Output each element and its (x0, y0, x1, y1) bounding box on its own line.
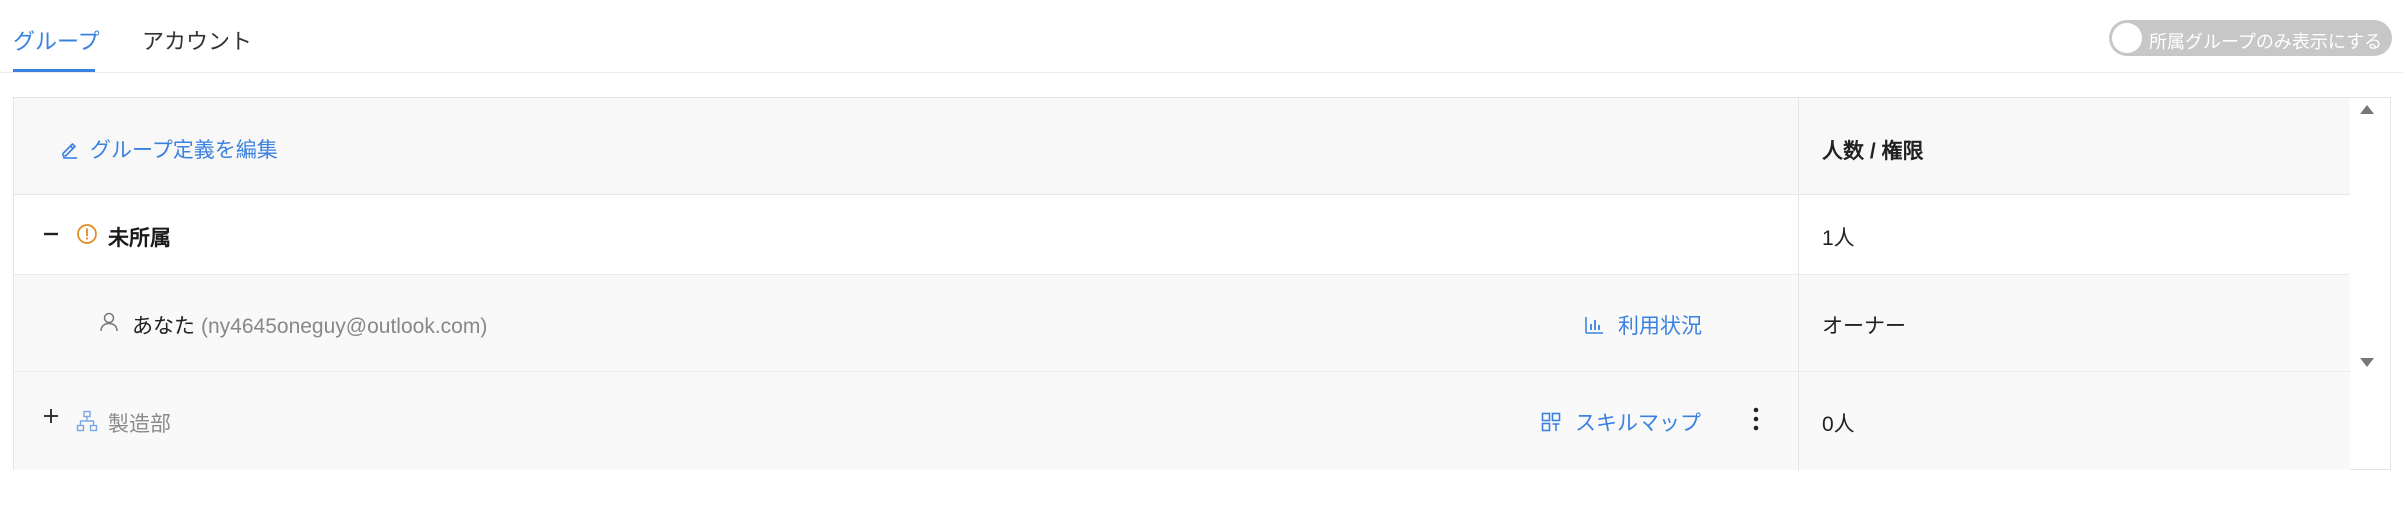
grid-icon (1541, 412, 1561, 432)
edit-group-definition-label: グループ定義を編集 (90, 139, 278, 162)
user-icon (100, 312, 118, 332)
show-own-groups-toggle[interactable]: 所属グループのみ表示にする (2109, 20, 2392, 56)
table-row-manufacturing: 製造部 スキルマップ 0人 (14, 372, 2350, 470)
org-chart-icon (76, 410, 98, 432)
group-table: グループ定義を編集 人数 / 権限 未所属 1人 あなた (ny4645onegu… (13, 97, 2391, 471)
scroll-down-icon[interactable] (2358, 356, 2376, 370)
pencil-icon (62, 143, 77, 159)
bar-chart-icon (1585, 317, 1603, 334)
scroll-up-icon[interactable] (2358, 102, 2376, 116)
warning-circle-icon (77, 224, 97, 244)
user-display-name: あなた (132, 315, 195, 338)
user-email: (ny4645oneguy@outlook.com) (201, 315, 488, 338)
column-divider (1798, 98, 1799, 471)
collapse-icon[interactable] (40, 223, 62, 245)
skill-map-label: スキルマップ (1575, 412, 1701, 435)
skill-map-button[interactable]: スキルマップ (1541, 407, 1701, 437)
active-tab-indicator (13, 69, 95, 72)
member-count-manufacturing: 0人 (1822, 413, 1855, 436)
table-row-unassigned: 未所属 1人 (14, 195, 2350, 275)
user-name: あなた (ny4645oneguy@outlook.com) (132, 310, 487, 340)
tab-account[interactable]: アカウント (142, 24, 252, 56)
members-permissions-header: 人数 / 権限 (1822, 140, 1924, 163)
group-name-manufacturing: 製造部 (108, 413, 171, 436)
usage-status-label: 利用状況 (1618, 315, 1702, 338)
expand-icon[interactable] (40, 405, 62, 427)
toggle-knob (2112, 23, 2142, 53)
tab-group[interactable]: グループ (13, 24, 100, 56)
table-header: グループ定義を編集 人数 / 権限 (14, 98, 2350, 195)
user-role: オーナー (1822, 315, 1906, 338)
table-row-user: あなた (ny4645oneguy@outlook.com) 利用状況 オーナー (14, 275, 2350, 372)
edit-group-definition-button[interactable]: グループ定義を編集 (60, 134, 278, 164)
usage-status-button[interactable]: 利用状況 (1584, 310, 1702, 340)
group-name-unassigned: 未所属 (108, 227, 171, 250)
more-vertical-icon[interactable] (1746, 404, 1766, 434)
member-count-unassigned: 1人 (1822, 227, 1855, 250)
toggle-label: 所属グループのみ表示にする (2149, 32, 2383, 52)
tab-bar: グループ アカウント 所属グループのみ表示にする (0, 0, 2403, 73)
